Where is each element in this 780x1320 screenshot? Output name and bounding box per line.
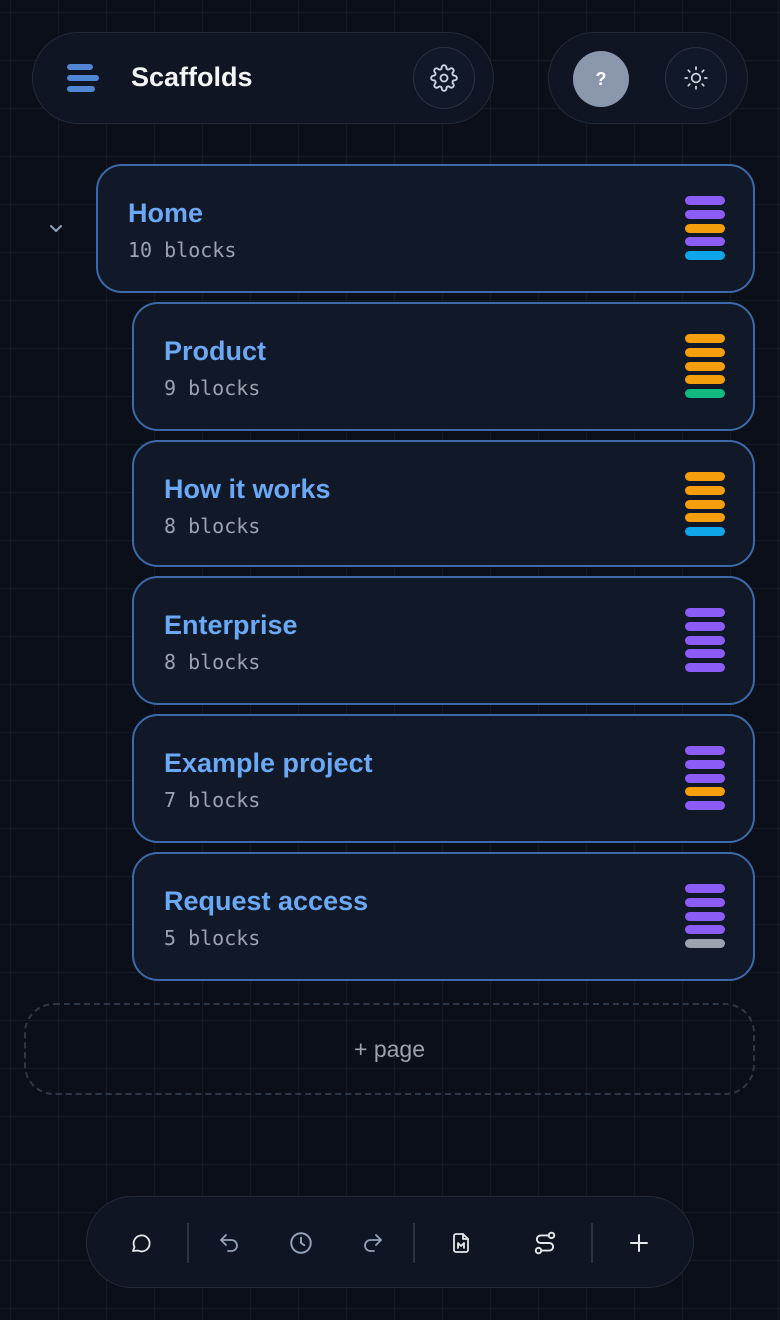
- block-stripe: [685, 472, 725, 481]
- block-stripe: [685, 237, 725, 247]
- block-stripe: [685, 746, 725, 755]
- route-button[interactable]: [527, 1225, 563, 1261]
- header-actions: ?: [548, 32, 748, 124]
- page-block-count: 10 blocks: [128, 238, 237, 262]
- block-stripe: [685, 389, 725, 399]
- page-card-home[interactable]: Home 10 blocks: [96, 164, 755, 293]
- help-button[interactable]: ?: [573, 51, 629, 107]
- comment-button[interactable]: [123, 1225, 159, 1261]
- history-icon: [290, 1232, 312, 1254]
- block-stripe: [685, 527, 725, 537]
- block-stack-icon: [685, 608, 725, 677]
- plus-icon: [630, 1234, 648, 1252]
- block-stripe: [685, 759, 725, 769]
- block-stack-icon: [685, 334, 725, 403]
- block-stripe: [685, 251, 725, 261]
- block-stripe: [685, 925, 725, 935]
- undo-icon: [220, 1234, 238, 1252]
- add-page-label: + page: [354, 1035, 425, 1062]
- page-card-product[interactable]: Product 9 blocks: [132, 302, 755, 431]
- block-stripe: [685, 347, 725, 357]
- sun-icon: [684, 66, 708, 90]
- block-stripe: [685, 884, 725, 893]
- add-page-button[interactable]: + page: [24, 1003, 755, 1095]
- block-stripe: [685, 608, 725, 617]
- page-card-enterprise[interactable]: Enterprise 8 blocks: [132, 576, 755, 705]
- block-stripe: [685, 209, 725, 219]
- add-button[interactable]: [621, 1225, 657, 1261]
- comment-icon: [132, 1234, 151, 1253]
- history-button[interactable]: [283, 1225, 319, 1261]
- toolbar-divider: [413, 1223, 415, 1263]
- toolbar-divider: [591, 1223, 593, 1263]
- route-icon: [534, 1231, 556, 1255]
- theme-toggle-button[interactable]: [665, 47, 727, 109]
- page-block-count: 5 blocks: [164, 926, 261, 950]
- page-name: Request access: [164, 886, 369, 916]
- block-stripe: [685, 649, 725, 659]
- markdown-file-icon: [453, 1233, 469, 1253]
- block-stripe: [685, 897, 725, 907]
- block-stripe: [685, 621, 725, 631]
- page-card-example-project[interactable]: Example project 7 blocks: [132, 714, 755, 843]
- block-stripe: [685, 485, 725, 495]
- block-stack-icon: [685, 884, 725, 953]
- block-stripe: [685, 801, 725, 811]
- block-stack-icon: [685, 746, 725, 815]
- page-name: Home: [128, 198, 204, 228]
- app-title: Scaffolds: [131, 62, 253, 92]
- block-stripe: [685, 375, 725, 385]
- app-header: Scaffolds: [32, 32, 494, 124]
- block-stripe: [685, 223, 725, 233]
- page-block-count: 9 blocks: [164, 376, 261, 400]
- collapse-toggle[interactable]: [46, 218, 66, 238]
- page-name: Enterprise: [164, 610, 298, 640]
- block-stack-icon: [685, 196, 725, 265]
- toolbar-divider: [187, 1223, 189, 1263]
- page-card-how-it-works[interactable]: How it works 8 blocks: [132, 440, 755, 567]
- page-block-count: 7 blocks: [164, 788, 261, 812]
- block-stripe: [685, 663, 725, 673]
- block-stripe: [685, 787, 725, 797]
- block-stripe: [685, 773, 725, 783]
- gear-icon: [430, 64, 458, 92]
- block-stack-icon: [685, 472, 725, 541]
- block-stripe: [685, 939, 725, 949]
- block-stripe: [685, 196, 725, 205]
- page-card-request-access[interactable]: Request access 5 blocks: [132, 852, 755, 981]
- redo-icon: [364, 1234, 382, 1252]
- page-name: How it works: [164, 474, 331, 504]
- block-stripe: [685, 334, 725, 343]
- block-stripe: [685, 513, 725, 523]
- page-block-count: 8 blocks: [164, 650, 261, 674]
- page-name: Example project: [164, 748, 373, 778]
- block-stripe: [685, 499, 725, 509]
- undo-button[interactable]: [211, 1225, 247, 1261]
- block-stripe: [685, 361, 725, 371]
- export-markdown-button[interactable]: [443, 1225, 479, 1261]
- page-name: Product: [164, 336, 267, 366]
- redo-button[interactable]: [355, 1225, 391, 1261]
- chevron-down-icon: [50, 225, 62, 232]
- menu-logo-icon[interactable]: [67, 64, 99, 94]
- bottom-toolbar: [86, 1196, 694, 1288]
- page-block-count: 8 blocks: [164, 514, 261, 538]
- block-stripe: [685, 635, 725, 645]
- settings-button[interactable]: [413, 47, 475, 109]
- block-stripe: [685, 911, 725, 921]
